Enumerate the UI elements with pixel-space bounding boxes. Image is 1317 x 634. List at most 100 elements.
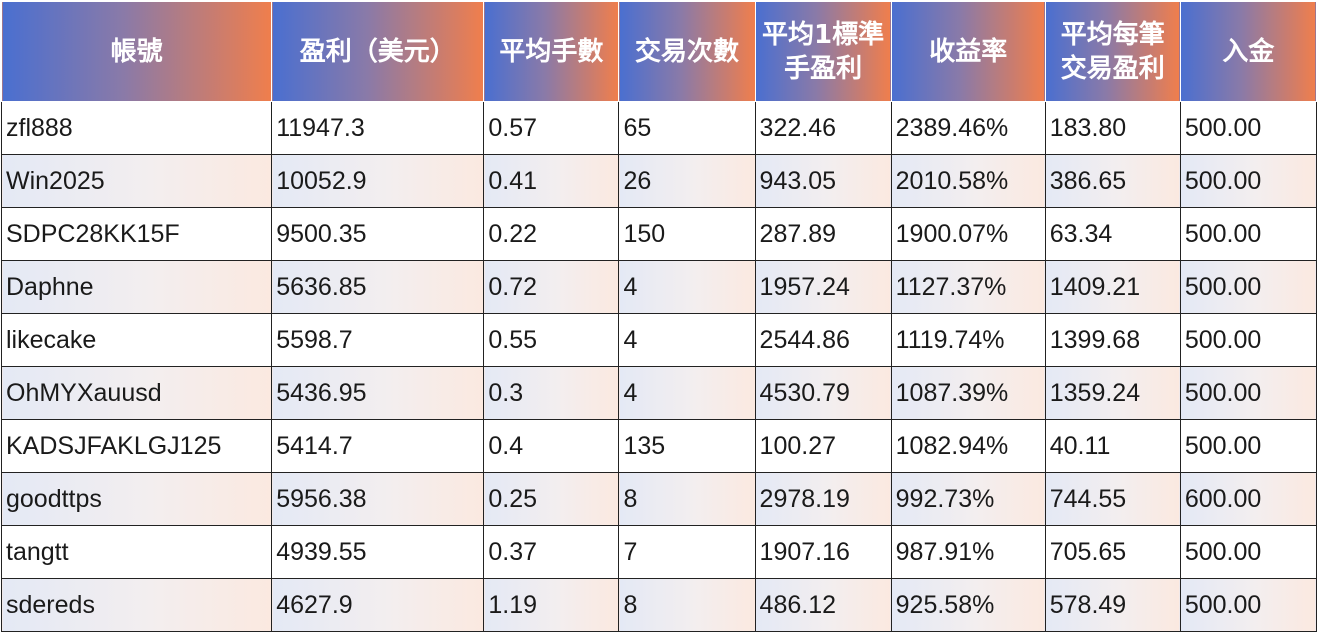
cell-profit-per-lot: 1907.16 — [754, 525, 892, 579]
cell-return-rate: 1127.37% — [890, 260, 1046, 314]
cell-profit-per-lot: 486.12 — [754, 578, 892, 632]
cell-trade-count: 8 — [618, 578, 756, 632]
cell-profit-per-lot: 2978.19 — [754, 472, 892, 526]
cell-profit-per-lot: 2544.86 — [754, 313, 892, 367]
cell-account: likecake — [0, 313, 273, 367]
cell-profit-per-lot: 287.89 — [754, 207, 892, 261]
cell-trade-count: 135 — [618, 419, 756, 473]
cell-return-rate: 1900.07% — [890, 207, 1046, 261]
cell-deposit: 500.00 — [1179, 578, 1317, 632]
cell-account: goodttps — [0, 472, 273, 526]
cell-deposit: 500.00 — [1179, 101, 1317, 155]
cell-deposit: 600.00 — [1179, 472, 1317, 526]
cell-avg-lots: 0.25 — [483, 472, 620, 526]
cell-profit-per-lot: 943.05 — [754, 154, 892, 208]
cell-profit: 4939.55 — [271, 525, 485, 579]
cell-avg-profit-per-trade: 744.55 — [1044, 472, 1181, 526]
cell-avg-profit-per-trade: 1399.68 — [1044, 313, 1181, 367]
cell-profit-per-lot: 322.46 — [754, 101, 892, 155]
table-row: KADSJFAKLGJ125 5414.7 0.4 135 100.27 1082.94%… — [0, 419, 1317, 473]
cell-avg-lots: 0.57 — [483, 101, 620, 155]
cell-avg-profit-per-trade: 1409.21 — [1044, 260, 1181, 314]
cell-avg-profit-per-trade: 183.80 — [1044, 101, 1181, 155]
cell-deposit: 500.00 — [1179, 419, 1317, 473]
cell-return-rate: 2010.58% — [890, 154, 1046, 208]
cell-avg-profit-per-trade: 63.34 — [1044, 207, 1181, 261]
table-row: goodttps 5956.38 0.25 8 2978.19 992.73% 744.55… — [0, 472, 1317, 526]
cell-profit: 5636.85 — [271, 260, 485, 314]
header-profit-usd: 盈利（美元） — [271, 1, 485, 102]
cell-avg-lots: 0.41 — [483, 154, 620, 208]
cell-profit: 11947.3 — [271, 101, 485, 155]
cell-avg-lots: 0.4 — [483, 419, 620, 473]
cell-account: tangtt — [0, 525, 273, 579]
cell-profit: 5414.7 — [271, 419, 485, 473]
cell-profit-per-lot: 1957.24 — [754, 260, 892, 314]
cell-deposit: 500.00 — [1179, 154, 1317, 208]
cell-account: SDPC28KK15F — [0, 207, 273, 261]
cell-profit: 9500.35 — [271, 207, 485, 261]
cell-avg-lots: 0.3 — [483, 366, 620, 420]
table-row: OhMYXauusd 5436.95 0.3 4 4530.79 1087.39% 1359… — [0, 366, 1317, 420]
cell-avg-profit-per-trade: 386.65 — [1044, 154, 1181, 208]
cell-trade-count: 26 — [618, 154, 756, 208]
header-deposit: 入金 — [1179, 1, 1317, 102]
cell-account: OhMYXauusd — [0, 366, 273, 420]
cell-return-rate: 1087.39% — [890, 366, 1046, 420]
cell-trade-count: 4 — [618, 313, 756, 367]
cell-deposit: 500.00 — [1179, 207, 1317, 261]
cell-return-rate: 1119.74% — [890, 313, 1046, 367]
cell-avg-profit-per-trade: 1359.24 — [1044, 366, 1181, 420]
cell-profit: 5956.38 — [271, 472, 485, 526]
cell-profit: 4627.9 — [271, 578, 485, 632]
cell-trade-count: 8 — [618, 472, 756, 526]
cell-trade-count: 4 — [618, 260, 756, 314]
cell-avg-profit-per-trade: 705.65 — [1044, 525, 1181, 579]
table-row: SDPC28KK15F 9500.35 0.22 150 287.89 1900.07% 6… — [0, 207, 1317, 261]
cell-account: Daphne — [0, 260, 273, 314]
header-avg-lots: 平均手數 — [483, 1, 620, 102]
leaderboard-table: 帳號 盈利（美元） 平均手數 交易次數 平均1標準手盈利 收益率 平均每筆交易盈… — [0, 1, 1317, 632]
table-row: tangtt 4939.55 0.37 7 1907.16 987.91% 705.65 50… — [0, 525, 1317, 579]
header-row: 帳號 盈利（美元） 平均手數 交易次數 平均1標準手盈利 收益率 平均每筆交易盈… — [0, 1, 1317, 102]
cell-avg-lots: 0.37 — [483, 525, 620, 579]
cell-trade-count: 150 — [618, 207, 756, 261]
table-row: Win2025 10052.9 0.41 26 943.05 2010.58% 386.65… — [0, 154, 1317, 208]
cell-return-rate: 987.91% — [890, 525, 1046, 579]
cell-profit-per-lot: 4530.79 — [754, 366, 892, 420]
table-body: zfl888 11947.3 0.57 65 322.46 2389.46% 183.80 5… — [0, 101, 1317, 632]
cell-profit-per-lot: 100.27 — [754, 419, 892, 473]
cell-trade-count: 4 — [618, 366, 756, 420]
table-row: Daphne 5636.85 0.72 4 1957.24 1127.37% 1409.21… — [0, 260, 1317, 314]
cell-account: Win2025 — [0, 154, 273, 208]
cell-return-rate: 1082.94% — [890, 419, 1046, 473]
cell-avg-profit-per-trade: 40.11 — [1044, 419, 1181, 473]
cell-account: zfl888 — [0, 101, 273, 155]
cell-account: KADSJFAKLGJ125 — [0, 419, 273, 473]
header-avg-profit-per-trade: 平均每筆交易盈利 — [1044, 1, 1181, 102]
header-account: 帳號 — [0, 1, 273, 102]
cell-return-rate: 992.73% — [890, 472, 1046, 526]
cell-return-rate: 925.58% — [890, 578, 1046, 632]
cell-deposit: 500.00 — [1179, 525, 1317, 579]
header-return-rate: 收益率 — [890, 1, 1046, 102]
header-profit-per-standard-lot: 平均1標準手盈利 — [754, 1, 892, 102]
cell-avg-lots: 1.19 — [483, 578, 620, 632]
cell-profit: 10052.9 — [271, 154, 485, 208]
table-row: zfl888 11947.3 0.57 65 322.46 2389.46% 183.80 5… — [0, 101, 1317, 155]
table-row: likecake 5598.7 0.55 4 2544.86 1119.74% 1399.6… — [0, 313, 1317, 367]
cell-deposit: 500.00 — [1179, 366, 1317, 420]
cell-return-rate: 2389.46% — [890, 101, 1046, 155]
cell-deposit: 500.00 — [1179, 260, 1317, 314]
cell-account: sdereds — [0, 578, 273, 632]
cell-trade-count: 65 — [618, 101, 756, 155]
cell-profit: 5598.7 — [271, 313, 485, 367]
cell-avg-profit-per-trade: 578.49 — [1044, 578, 1181, 632]
cell-trade-count: 7 — [618, 525, 756, 579]
cell-deposit: 500.00 — [1179, 313, 1317, 367]
cell-avg-lots: 0.55 — [483, 313, 620, 367]
cell-avg-lots: 0.72 — [483, 260, 620, 314]
cell-profit: 5436.95 — [271, 366, 485, 420]
cell-avg-lots: 0.22 — [483, 207, 620, 261]
table-row: sdereds 4627.9 1.19 8 486.12 925.58% 578.49 500… — [0, 578, 1317, 632]
